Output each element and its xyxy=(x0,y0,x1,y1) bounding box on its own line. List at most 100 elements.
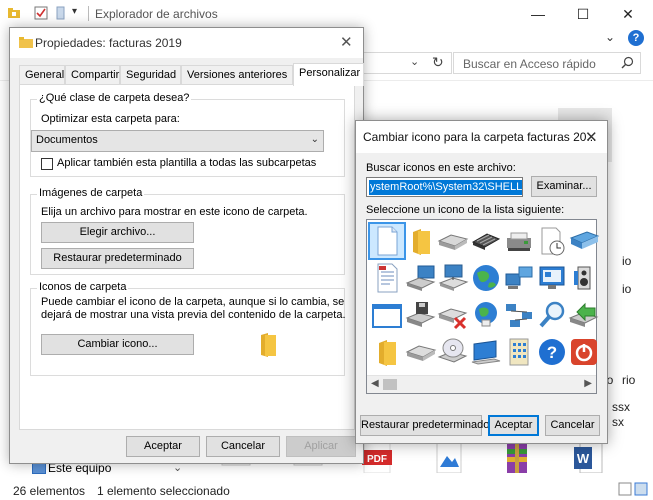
scanner-icon[interactable] xyxy=(567,224,601,258)
apply-button[interactable]: Aplicar xyxy=(286,436,356,457)
delete-drive-icon[interactable] xyxy=(436,298,470,332)
folder-icons-description-2: dejará de mostrar una vista previa del c… xyxy=(41,309,346,321)
dialog-title: Propiedades: facturas 2019 xyxy=(35,36,182,50)
new-folder-icon[interactable] xyxy=(54,6,68,20)
tab-customize[interactable]: Personalizar xyxy=(293,63,364,86)
search-icon xyxy=(621,56,634,69)
blank-document-icon[interactable] xyxy=(368,222,406,260)
file-label-fragment: io xyxy=(622,282,632,296)
clock-document-icon[interactable] xyxy=(535,224,569,258)
horizontal-scrollbar[interactable]: ◀ ▶ xyxy=(367,375,596,393)
image-file-icon[interactable] xyxy=(433,443,465,473)
file-label-fragment: sx xyxy=(612,415,624,429)
speaker-icon[interactable] xyxy=(567,261,601,295)
tab-sharing[interactable]: Compartir xyxy=(65,65,120,85)
svg-text:?: ? xyxy=(547,343,557,362)
globe-icon[interactable] xyxy=(469,261,503,295)
accept-button[interactable]: Aceptar xyxy=(488,415,539,436)
selection-count: 1 elemento seleccionado xyxy=(97,484,230,498)
view-details-icon[interactable] xyxy=(618,482,648,496)
group-title: Imágenes de carpeta xyxy=(37,187,145,199)
dialog-title: Cambiar icono para la carpeta facturas 2… xyxy=(363,130,597,144)
network-computers-icon[interactable] xyxy=(502,261,536,295)
power-icon[interactable] xyxy=(567,335,601,369)
text-document-icon[interactable] xyxy=(370,261,404,295)
file-label-fragment: io xyxy=(622,254,632,268)
search-icon[interactable] xyxy=(535,298,569,332)
restore-defaults-button[interactable]: Restaurar predeterminados xyxy=(360,415,495,436)
hard-drive-icon[interactable] xyxy=(404,335,438,369)
change-icon-button[interactable]: Cambiar icono... xyxy=(41,334,194,355)
status-bar: 26 elementos 1 elemento seleccionado xyxy=(0,480,653,500)
printer-icon[interactable] xyxy=(502,224,536,258)
refresh-icon[interactable]: ↻ xyxy=(432,54,444,71)
word-file-icon[interactable]: W xyxy=(572,443,604,473)
network-icon[interactable] xyxy=(502,298,536,332)
icon-file-path-input[interactable]: ystemRoot%\System32\SHELL32.dll xyxy=(366,177,523,197)
search-placeholder: Buscar en Acceso rápido xyxy=(463,57,596,71)
icon-list-label: Seleccione un icono de la lista siguient… xyxy=(366,204,565,216)
folder-pictures-description: Elija un archivo para mostrar en este ic… xyxy=(41,206,308,218)
folder-icons-description-1: Puede cambiar el icono de la carpeta, au… xyxy=(41,296,345,308)
chip-icon[interactable] xyxy=(469,224,503,258)
drive-icon[interactable] xyxy=(436,224,470,258)
file-label-fragment: ssx xyxy=(612,400,630,414)
accept-button[interactable]: Aceptar xyxy=(126,436,200,457)
folder-properties-dialog: Propiedades: facturas 2019 ✕ General Com… xyxy=(9,27,364,464)
file-label-fragment: rio xyxy=(622,373,636,387)
word-letter: W xyxy=(577,451,590,466)
archive-file-icon[interactable] xyxy=(501,443,533,473)
computer-icon[interactable] xyxy=(469,335,503,369)
scrollbar-thumb[interactable] xyxy=(383,379,397,390)
item-count: 26 elementos xyxy=(13,484,86,498)
search-input[interactable]: Buscar en Acceso rápido xyxy=(453,52,641,74)
cancel-button[interactable]: Cancelar xyxy=(545,415,600,436)
globe-network-icon[interactable] xyxy=(469,298,503,332)
close-icon[interactable]: ✕ xyxy=(340,33,353,51)
keypad-icon[interactable] xyxy=(502,335,536,369)
monitor-app-icon[interactable] xyxy=(535,261,569,295)
optimize-label: Optimizar esta carpeta para: xyxy=(41,113,180,125)
scroll-left-icon[interactable]: ◀ xyxy=(371,378,379,389)
help-icon[interactable]: ? xyxy=(628,30,644,46)
window-icon[interactable] xyxy=(370,298,404,332)
apply-subfolders-checkbox[interactable] xyxy=(41,158,53,170)
dialog-title-bar: Cambiar icono para la carpeta facturas 2… xyxy=(356,121,607,153)
close-button[interactable]: ✕ xyxy=(605,0,651,28)
minimize-button[interactable]: — xyxy=(515,0,561,28)
scroll-right-icon[interactable]: ▶ xyxy=(584,378,592,389)
apply-subfolders-label[interactable]: Aplicar también esta plantilla a todas l… xyxy=(57,157,316,169)
network-computer-icon[interactable] xyxy=(436,261,470,295)
select-value: Documentos xyxy=(36,134,98,146)
cancel-button[interactable]: Cancelar xyxy=(206,436,280,457)
group-title: Iconos de carpeta xyxy=(37,281,129,293)
chevron-down-icon: ⌄ xyxy=(310,134,319,145)
path-value: ystemRoot%\System32\SHELL32.dll xyxy=(369,180,522,195)
help-icon[interactable]: ? xyxy=(535,335,569,369)
chevron-down-icon[interactable]: ⌄ xyxy=(605,30,615,44)
arrow-drive-icon[interactable] xyxy=(567,298,601,332)
tab-general[interactable]: General xyxy=(19,65,65,85)
search-file-label: Buscar iconos en este archivo: xyxy=(366,162,516,174)
close-icon[interactable]: ✕ xyxy=(585,128,598,146)
change-icon-dialog: Cambiar icono para la carpeta facturas 2… xyxy=(355,120,608,444)
customize-toolbar-icon[interactable]: ▾ xyxy=(72,6,86,20)
tab-security[interactable]: Seguridad xyxy=(120,65,181,85)
maximize-button[interactable]: ☐ xyxy=(560,0,606,28)
window-drive-icon[interactable] xyxy=(404,261,438,295)
folder-icon[interactable] xyxy=(404,224,438,258)
choose-file-button[interactable]: Elegir archivo... xyxy=(41,222,194,243)
properties-icon[interactable] xyxy=(34,6,48,20)
explorer-title-bar: ▾ Explorador de archivos — ☐ ✕ xyxy=(0,0,653,28)
cd-drive-icon[interactable] xyxy=(436,335,470,369)
icon-list[interactable]: ? ◀ ▶ xyxy=(366,219,600,394)
folder-template-select[interactable]: Documentos ⌄ xyxy=(31,130,324,152)
chevron-down-icon[interactable]: ⌄ xyxy=(410,55,419,68)
folder-icon[interactable] xyxy=(370,335,404,369)
restore-default-button[interactable]: Restaurar predeterminado xyxy=(41,248,194,269)
group-title: ¿Qué clase de carpeta desea? xyxy=(37,92,192,104)
floppy-icon[interactable] xyxy=(404,298,438,332)
browse-button[interactable]: Examinar... xyxy=(531,176,597,197)
pdf-file-icon[interactable]: PDF xyxy=(362,443,394,473)
tab-previous-versions[interactable]: Versiones anteriores xyxy=(181,65,293,85)
